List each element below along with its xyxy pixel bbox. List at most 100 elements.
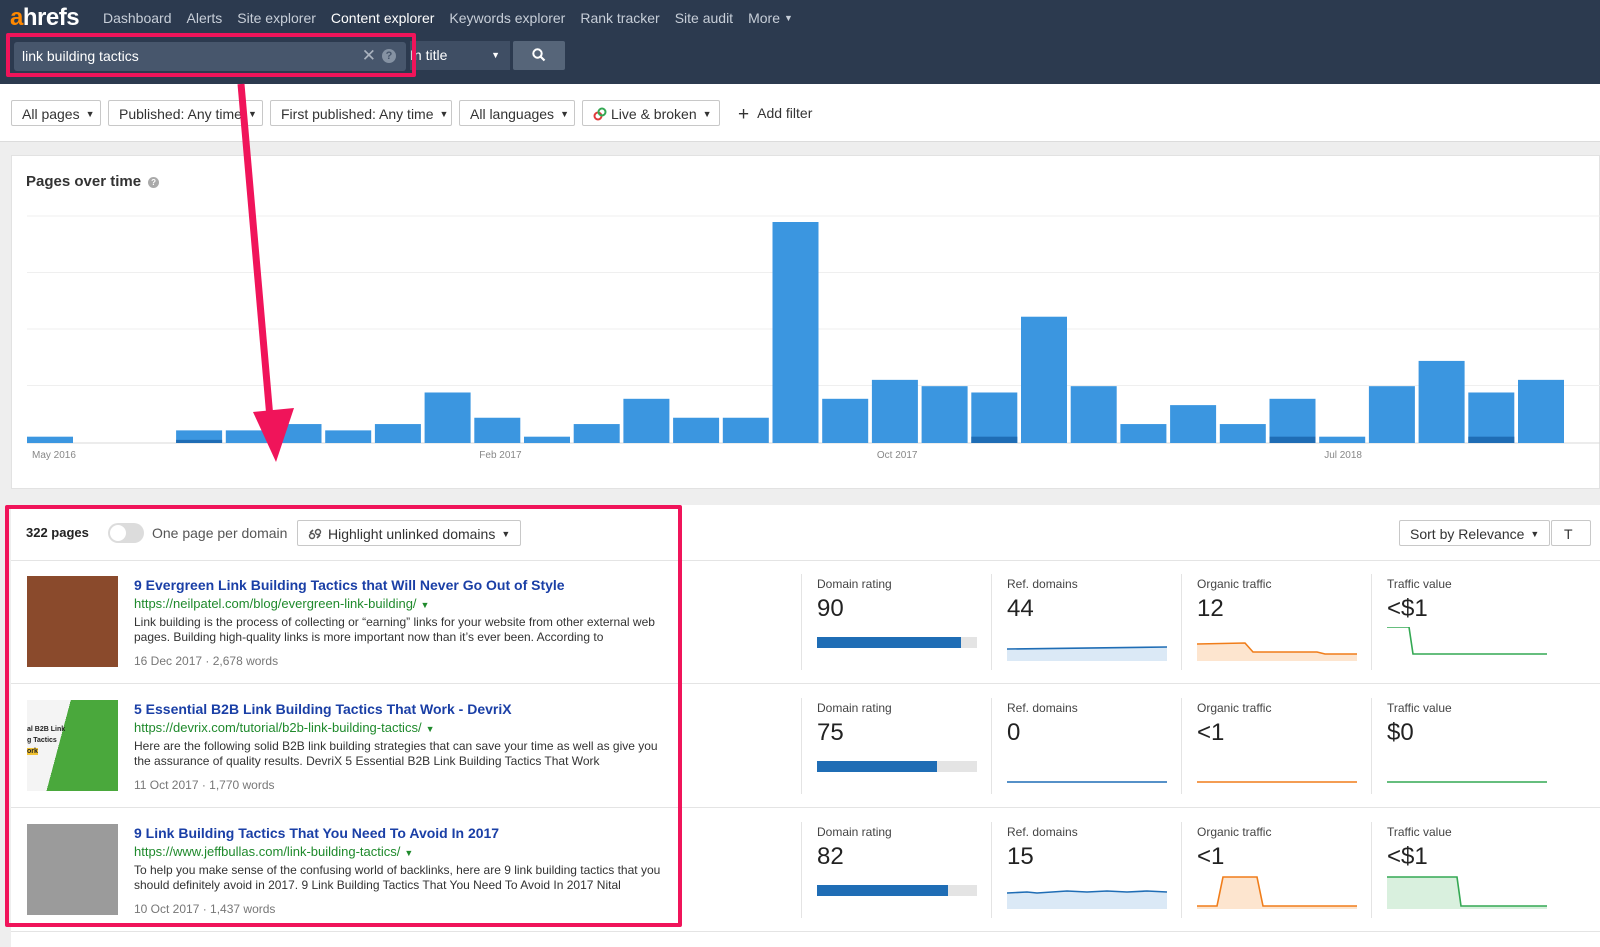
pages-over-time-panel: May 2016 Feb 2017 Oct 2017 Jul 2018 Pages o… [11, 155, 1600, 489]
organic-traffic-sparkline[interactable] [1197, 627, 1359, 661]
chevron-down-icon: ▼ [439, 109, 449, 119]
nav-more[interactable]: More ▼ [748, 10, 793, 26]
help-icon[interactable]: ? [148, 177, 160, 188]
chart-bar-segment [971, 436, 1018, 443]
chart-bar[interactable] [1518, 379, 1564, 443]
chart-bar[interactable] [1120, 424, 1167, 443]
organic-traffic-sparkline[interactable] [1197, 751, 1359, 785]
chart-bar[interactable] [573, 424, 620, 443]
organic-traffic-sparkline[interactable] [1197, 875, 1359, 909]
chart-bar[interactable] [921, 386, 968, 443]
result-url-link[interactable]: https://devrix.com/tutorial/b2b-link-bui… [134, 720, 434, 735]
organic-traffic-metric: Organic traffic 12 [1181, 574, 1357, 670]
organic-traffic-value: <1 [1197, 719, 1225, 746]
chart-bar[interactable] [424, 392, 471, 443]
chart-bar[interactable] [325, 430, 372, 443]
one-page-per-domain-toggle[interactable] [108, 523, 144, 543]
result-title-link[interactable]: 9 Link Building Tactics That You Need To… [134, 825, 499, 841]
chart-bar[interactable] [772, 222, 819, 443]
filter-all-pages[interactable]: All pages ▼ [11, 100, 101, 126]
organic-traffic-label: Organic traffic [1197, 577, 1272, 591]
chart-bar[interactable] [623, 398, 670, 443]
result-title-link[interactable]: 5 Essential B2B Link Building Tactics Th… [134, 701, 512, 717]
nav-rank-tracker[interactable]: Rank tracker [580, 10, 659, 26]
nav-content-explorer[interactable]: Content explorer [331, 10, 435, 26]
chart-bar[interactable] [27, 436, 73, 443]
result-url-text: https://devrix.com/tutorial/b2b-link-bui… [134, 720, 422, 735]
chevron-down-icon: ▼ [247, 109, 257, 119]
nav-site-explorer[interactable]: Site explorer [237, 10, 316, 26]
result-title-link[interactable]: 9 Evergreen Link Building Tactics that W… [134, 577, 565, 593]
organic-traffic-label: Organic traffic [1197, 701, 1272, 715]
chart-bar[interactable] [822, 398, 869, 443]
cut-off-button[interactable]: T [1551, 520, 1591, 546]
filter-published[interactable]: Published: Any time ▼ [108, 100, 263, 126]
filter-live-broken[interactable]: Live & broken ▼ [582, 100, 720, 126]
pages-over-time-chart[interactable]: May 2016 Feb 2017 Oct 2017 Jul 2018 [12, 156, 1600, 490]
chevron-down-icon[interactable]: ▼ [421, 600, 430, 610]
traffic-value-metric: Traffic value $0 [1371, 698, 1547, 794]
chart-bar[interactable] [374, 424, 421, 443]
ref-domains-sparkline[interactable] [1007, 751, 1169, 785]
toggle-knob [110, 525, 126, 541]
ref-domains-sparkline[interactable] [1007, 875, 1169, 909]
chart-bar[interactable] [1418, 360, 1465, 443]
chevron-down-icon[interactable]: ▼ [426, 724, 435, 734]
chevron-down-icon: ▼ [85, 109, 95, 119]
nav-dashboard[interactable]: Dashboard [103, 10, 172, 26]
chart-bar[interactable] [673, 417, 720, 443]
x-tick-label: Oct 2017 [877, 450, 918, 461]
traffic-value-sparkline[interactable] [1387, 875, 1549, 909]
result-row: 9 Link Building Tactics That You Need To… [11, 809, 1600, 932]
nav-keywords-explorer[interactable]: Keywords explorer [449, 10, 565, 26]
chart-bar[interactable] [1170, 405, 1217, 443]
result-thumbnail[interactable]: al B2B Link g Tactics ork [27, 700, 118, 791]
chart-bar[interactable] [474, 417, 521, 443]
sort-dropdown[interactable]: Sort by Relevance ▼ [1399, 520, 1551, 546]
chart-bar[interactable] [225, 430, 272, 443]
highlight-unlinked-button[interactable]: Highlight unlinked domains ▼ [297, 520, 522, 546]
chart-bar[interactable] [1269, 398, 1316, 443]
chart-bar[interactable] [1468, 392, 1515, 443]
filter-bar: All pages ▼ Published: Any time ▼ First pu… [0, 84, 1600, 142]
organic-traffic-value: 12 [1197, 595, 1224, 622]
traffic-value-sparkline[interactable] [1387, 627, 1549, 661]
nav-site-audit[interactable]: Site audit [675, 10, 733, 26]
chart-bar[interactable] [275, 424, 322, 443]
result-url-link[interactable]: https://www.jeffbullas.com/link-building… [134, 844, 413, 859]
chart-bar[interactable] [1021, 316, 1067, 443]
ref-domains-sparkline[interactable] [1007, 627, 1169, 661]
result-url-text: https://neilpatel.com/blog/evergreen-lin… [134, 596, 417, 611]
traffic-value-sparkline[interactable] [1387, 751, 1549, 785]
ref-domains-value: 0 [1007, 719, 1021, 746]
x-tick-label: May 2016 [32, 450, 76, 461]
ahrefs-logo[interactable]: ahrefs [10, 4, 80, 32]
add-filter-button[interactable]: + Add filter [738, 104, 812, 126]
filter-first-published[interactable]: First published: Any time ▼ [270, 100, 452, 126]
ref-domains-metric: Ref. domains 44 [991, 574, 1169, 670]
chart-bar[interactable] [1070, 386, 1117, 443]
chart-bar[interactable] [722, 417, 769, 443]
filter-languages[interactable]: All languages ▼ [459, 100, 575, 126]
chevron-down-icon[interactable]: ▼ [404, 848, 413, 858]
organic-traffic-label: Organic traffic [1197, 825, 1272, 839]
chart-bar[interactable] [1368, 386, 1415, 443]
ref-domains-label: Ref. domains [1007, 577, 1078, 591]
result-url-link[interactable]: https://neilpatel.com/blog/evergreen-lin… [134, 596, 429, 611]
chart-bar[interactable] [971, 392, 1018, 443]
result-thumbnail[interactable] [27, 824, 118, 915]
x-tick-label: Feb 2017 [479, 450, 522, 461]
chart-bar[interactable] [1219, 424, 1266, 443]
chart-bar-segment [1468, 436, 1515, 443]
chart-bar[interactable] [524, 436, 570, 443]
link-status-icon [593, 107, 607, 121]
chevron-down-icon: ▼ [702, 109, 712, 119]
search-button[interactable] [513, 41, 565, 70]
nav-alerts[interactable]: Alerts [187, 10, 223, 26]
chart-bar[interactable] [871, 379, 918, 443]
domain-rating-value: 75 [817, 719, 844, 746]
search-mode-select[interactable]: In title ▼ [410, 41, 510, 70]
sparkline-area [1387, 877, 1547, 909]
result-thumbnail[interactable] [27, 576, 118, 667]
chart-bar[interactable] [1319, 436, 1366, 443]
